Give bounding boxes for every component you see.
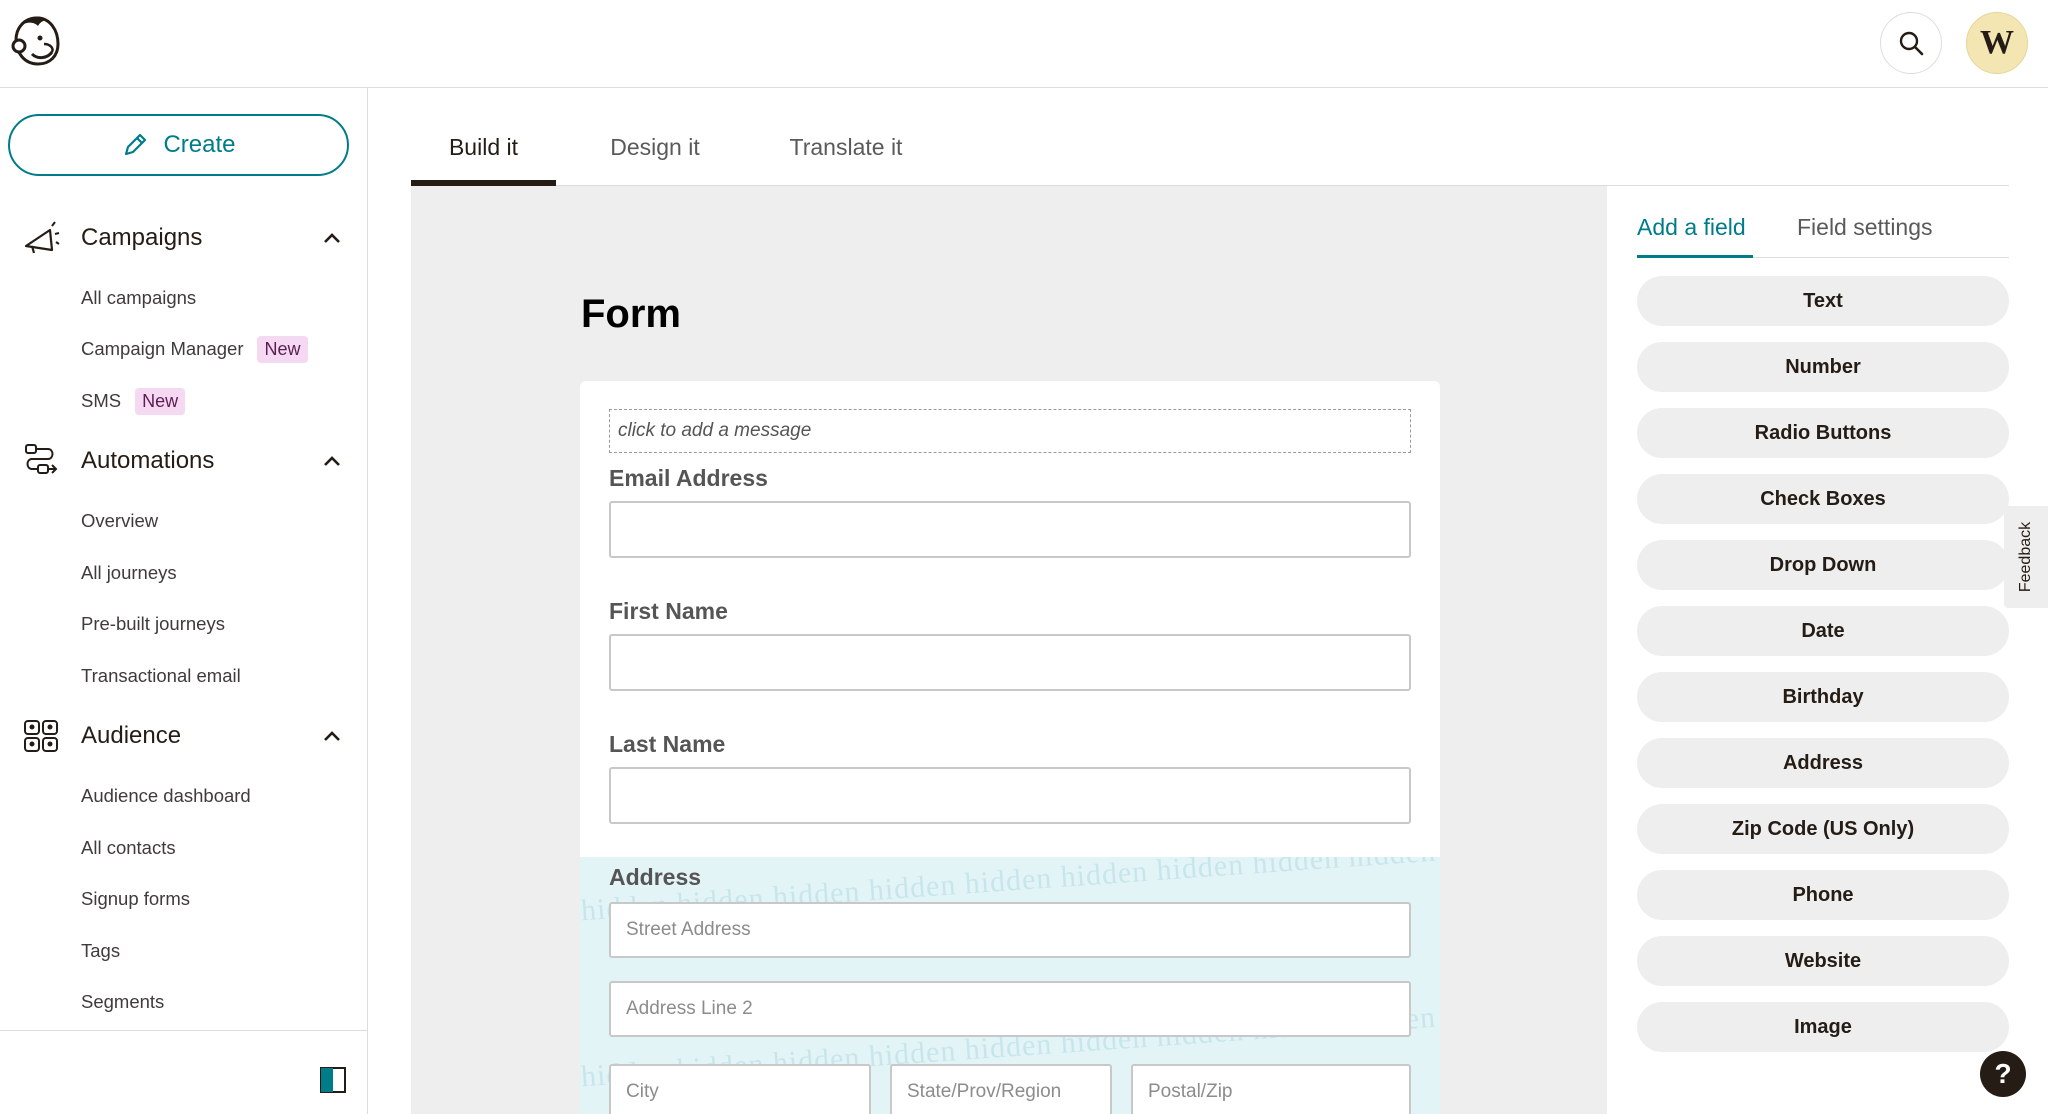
new-badge: New [135, 387, 186, 415]
chevron-up-icon[interactable] [322, 228, 342, 248]
megaphone-icon [24, 221, 60, 254]
sidebar-item-all-campaigns[interactable]: All campaigns [81, 283, 196, 313]
help-button[interactable]: ? [1980, 1051, 2026, 1097]
postal-zip-field[interactable]: Postal/Zip [1131, 1064, 1411, 1114]
pencil-icon [125, 133, 147, 156]
field-label-last-name: Last Name [609, 731, 726, 757]
sidebar-item-label: All journeys [81, 562, 177, 583]
sidebar-item-campaign-manager[interactable]: Campaign Manager New [81, 334, 308, 364]
automation-flow-icon [25, 444, 58, 474]
sidebar-item-label: Pre-built journeys [81, 613, 225, 634]
add-zip-code-field-button[interactable]: Zip Code (US Only) [1637, 804, 2009, 854]
tab-translate-it[interactable]: Translate it [756, 118, 936, 186]
tab-add-a-field[interactable]: Add a field [1637, 214, 1753, 258]
form-preview: click to add a message Email Address Fir… [580, 381, 1440, 1114]
street-address-field[interactable]: Street Address [609, 902, 1411, 958]
add-drop-down-button[interactable]: Drop Down [1637, 540, 2009, 590]
form-title: Form [581, 292, 681, 336]
collapse-sidebar-icon[interactable] [320, 1067, 346, 1093]
nav-section-automations[interactable]: Automations [0, 439, 368, 483]
nav-section-campaigns[interactable]: Campaigns [0, 216, 368, 260]
sidebar-item-signup-forms[interactable]: Signup forms [81, 884, 190, 914]
sidebar-footer [0, 1030, 367, 1114]
nav-section-audience[interactable]: Audience [0, 714, 368, 758]
nav-section-label: Campaigns [81, 224, 203, 251]
sidebar: Create Campaigns All campaigns Campaign … [0, 88, 368, 1114]
field-label-first-name: First Name [609, 598, 728, 624]
add-image-field-button[interactable]: Image [1637, 1002, 2009, 1052]
search-icon [1899, 31, 1924, 56]
sidebar-item-label: Overview [81, 510, 159, 531]
top-bar: W [0, 0, 2048, 88]
sidebar-item-label: Campaign Manager [81, 338, 244, 359]
add-text-field-button[interactable]: Text [1637, 276, 2009, 326]
tab-build-it[interactable]: Build it [411, 118, 556, 186]
chevron-up-icon[interactable] [322, 451, 342, 471]
sidebar-item-label: SMS [81, 390, 122, 411]
sidebar-item-label: All campaigns [81, 287, 197, 308]
feedback-label: Feedback [2017, 521, 2035, 593]
sidebar-item-transactional-email[interactable]: Transactional email [81, 661, 241, 691]
add-website-field-button[interactable]: Website [1637, 936, 2009, 986]
sidebar-item-audience-dashboard[interactable]: Audience dashboard [81, 781, 251, 811]
city-field[interactable]: City [609, 1064, 871, 1114]
create-label: Create [163, 131, 236, 158]
email-field[interactable] [609, 501, 1411, 558]
user-avatar[interactable]: W [1966, 12, 2028, 74]
builder-tabs: Build it Design it Translate it [411, 118, 2009, 186]
sidebar-item-label: All contacts [81, 837, 176, 858]
add-message-area[interactable]: click to add a message [609, 409, 1411, 453]
sidebar-item-label: Segments [81, 991, 165, 1012]
address-field-group[interactable]: hidden hidden hidden hidden hidden hidde… [580, 857, 1440, 1114]
sidebar-item-label: Tags [81, 940, 121, 961]
sidebar-item-pre-built-journeys[interactable]: Pre-built journeys [81, 609, 225, 639]
nav-section-label: Audience [81, 722, 182, 749]
add-birthday-field-button[interactable]: Birthday [1637, 672, 2009, 722]
panel-tabs: Add a field Field settings [1637, 214, 2009, 258]
field-label-address: Address [609, 864, 702, 890]
add-radio-buttons-button[interactable]: Radio Buttons [1637, 408, 2009, 458]
add-check-boxes-button[interactable]: Check Boxes [1637, 474, 2009, 524]
search-button[interactable] [1880, 12, 1942, 74]
audience-icon [24, 720, 58, 752]
mailchimp-logo-icon[interactable] [10, 14, 64, 70]
feedback-tab[interactable]: Feedback [2004, 506, 2048, 608]
sidebar-item-all-contacts[interactable]: All contacts [81, 833, 176, 863]
sidebar-item-all-journeys[interactable]: All journeys [81, 558, 177, 588]
last-name-field[interactable] [609, 767, 1411, 824]
create-button[interactable]: Create [8, 114, 349, 176]
chevron-up-icon[interactable] [322, 726, 342, 746]
sidebar-item-label: Audience dashboard [81, 785, 251, 806]
sidebar-item-tags[interactable]: Tags [81, 936, 120, 966]
nav-section-label: Automations [81, 447, 215, 474]
add-phone-field-button[interactable]: Phone [1637, 870, 2009, 920]
first-name-field[interactable] [609, 634, 1411, 691]
sidebar-item-segments[interactable]: Segments [81, 987, 164, 1017]
field-label-email: Email Address [609, 465, 768, 491]
sidebar-item-sms[interactable]: SMS New [81, 386, 186, 416]
add-address-field-button[interactable]: Address [1637, 738, 2009, 788]
add-date-field-button[interactable]: Date [1637, 606, 2009, 656]
sidebar-item-label: Transactional email [81, 665, 241, 686]
form-canvas: Form click to add a message Email Addres… [411, 186, 1607, 1114]
new-badge: New [257, 335, 308, 363]
field-panel: Add a field Field settings Text Number R… [1637, 186, 2009, 1114]
tab-design-it[interactable]: Design it [580, 118, 730, 186]
tab-field-settings[interactable]: Field settings [1797, 214, 1957, 258]
sidebar-item-overview[interactable]: Overview [81, 506, 158, 536]
address-line-2-field[interactable]: Address Line 2 [609, 981, 1411, 1037]
sidebar-item-label: Signup forms [81, 888, 190, 909]
state-field[interactable]: State/Prov/Region [890, 1064, 1112, 1114]
add-number-field-button[interactable]: Number [1637, 342, 2009, 392]
